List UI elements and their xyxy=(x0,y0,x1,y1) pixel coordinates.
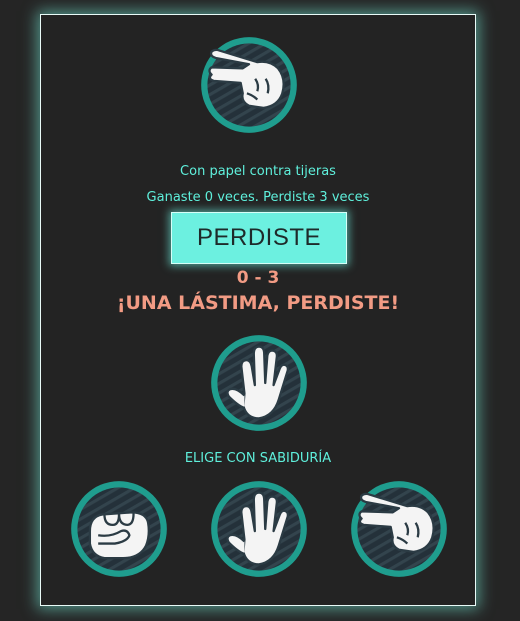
player-choice xyxy=(207,331,311,435)
game-panel: Con papel contra tijeras Ganaste 0 veces… xyxy=(40,14,476,606)
result-button[interactable]: PERDISTE xyxy=(171,212,347,264)
round-text: Con papel contra tijeras xyxy=(180,164,336,179)
computer-choice xyxy=(197,33,301,137)
scissors-choice-button[interactable] xyxy=(347,477,451,581)
rock-choice-button[interactable] xyxy=(67,477,171,581)
scissors-hand-icon xyxy=(347,477,451,581)
paper-hand-icon xyxy=(207,477,311,581)
paper-choice-button[interactable] xyxy=(207,477,311,581)
choose-prompt: ELIGE CON SABIDURÍA xyxy=(184,451,332,466)
rock-hand-icon xyxy=(67,477,171,581)
paper-hand-icon xyxy=(207,331,311,435)
tally-text: Ganaste 0 veces. Perdiste 3 veces xyxy=(146,190,370,205)
score: 0 - 3 xyxy=(236,268,280,288)
scissors-hand-icon xyxy=(197,33,301,137)
final-message: ¡UNA LÁSTIMA, PERDISTE! xyxy=(116,292,400,314)
